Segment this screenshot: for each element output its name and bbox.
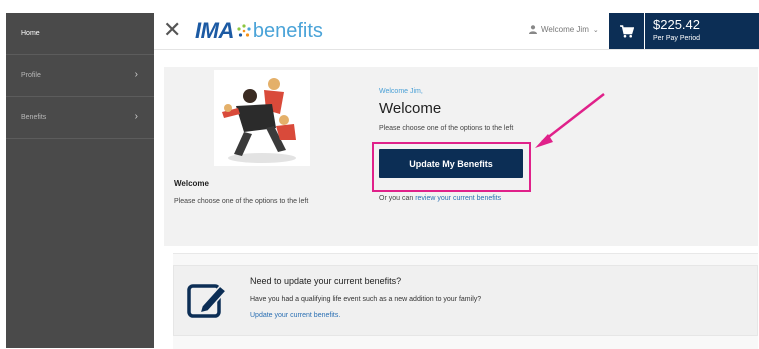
choose-text: Please choose one of the options to the … [379, 125, 514, 132]
welcome-user-label: Welcome Jim [541, 25, 589, 34]
cart-button[interactable] [609, 13, 644, 49]
review-benefits-line: Or you can review your current benefits [379, 195, 501, 202]
sidebar-item-label: Profile [21, 72, 41, 79]
top-header: ✕ IMA benefits Welcome Jim ⌄ $225.42 Per… [154, 13, 759, 50]
update-benefits-panel: Need to update your current benefits? Ha… [173, 253, 758, 349]
logo-benefits-text: benefits [252, 19, 323, 42]
sidebar-item-label: Home [21, 30, 40, 37]
alt-prefix: Or you can [379, 195, 414, 202]
sidebar-item-label: Benefits [21, 114, 47, 121]
chevron-right-icon: › [134, 111, 138, 122]
page-title: Welcome [379, 100, 442, 117]
user-icon [529, 25, 537, 34]
logo-star-icon [237, 24, 251, 37]
cart-icon [619, 24, 634, 37]
welcome-card: Welcome Please choose one of the options… [164, 67, 758, 246]
left-welcome-text: Please choose one of the options to the … [174, 198, 309, 205]
close-icon[interactable]: ✕ [163, 17, 181, 43]
chevron-down-icon: ⌄ [592, 26, 599, 34]
user-menu[interactable]: Welcome Jim ⌄ [529, 25, 599, 34]
ima-benefits-logo: IMA benefits [195, 18, 323, 44]
logo-ima-text: IMA [195, 18, 234, 43]
total-period: Per Pay Period [653, 35, 701, 42]
update-my-benefits-button[interactable]: Update My Benefits [379, 149, 523, 178]
review-benefits-link[interactable]: review your current benefits [415, 195, 501, 202]
left-welcome-title: Welcome [174, 179, 209, 188]
greeting-text: Welcome Jim, [379, 88, 423, 95]
sidebar-item-home[interactable]: Home [6, 13, 154, 55]
update-benefits-box: Need to update your current benefits? Ha… [173, 265, 758, 336]
update-panel-text: Have you had a qualifying life event suc… [250, 296, 482, 303]
price-summary[interactable]: $225.42 Per Pay Period [645, 13, 759, 49]
sidebar-item-benefits[interactable]: Benefits › [6, 97, 154, 139]
edit-icon [187, 284, 228, 318]
sidebar-item-profile[interactable]: Profile › [6, 55, 154, 97]
update-panel-title: Need to update your current benefits? [250, 276, 402, 286]
family-photo [214, 70, 310, 166]
sidebar: Home Profile › Benefits › [6, 13, 154, 348]
total-price: $225.42 [653, 17, 700, 32]
chevron-right-icon: › [134, 69, 138, 80]
update-current-benefits-link[interactable]: Update your current benefits. [250, 312, 340, 319]
